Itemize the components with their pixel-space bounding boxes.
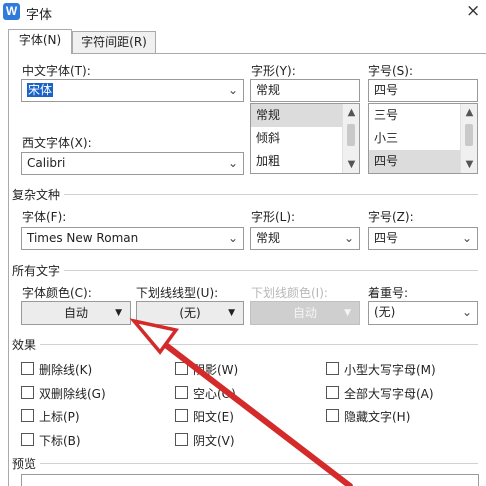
arrow-shaft — [147, 330, 353, 486]
red-arrow-annotation — [129, 318, 353, 486]
tab-font[interactable]: 字体(N) — [8, 29, 72, 54]
